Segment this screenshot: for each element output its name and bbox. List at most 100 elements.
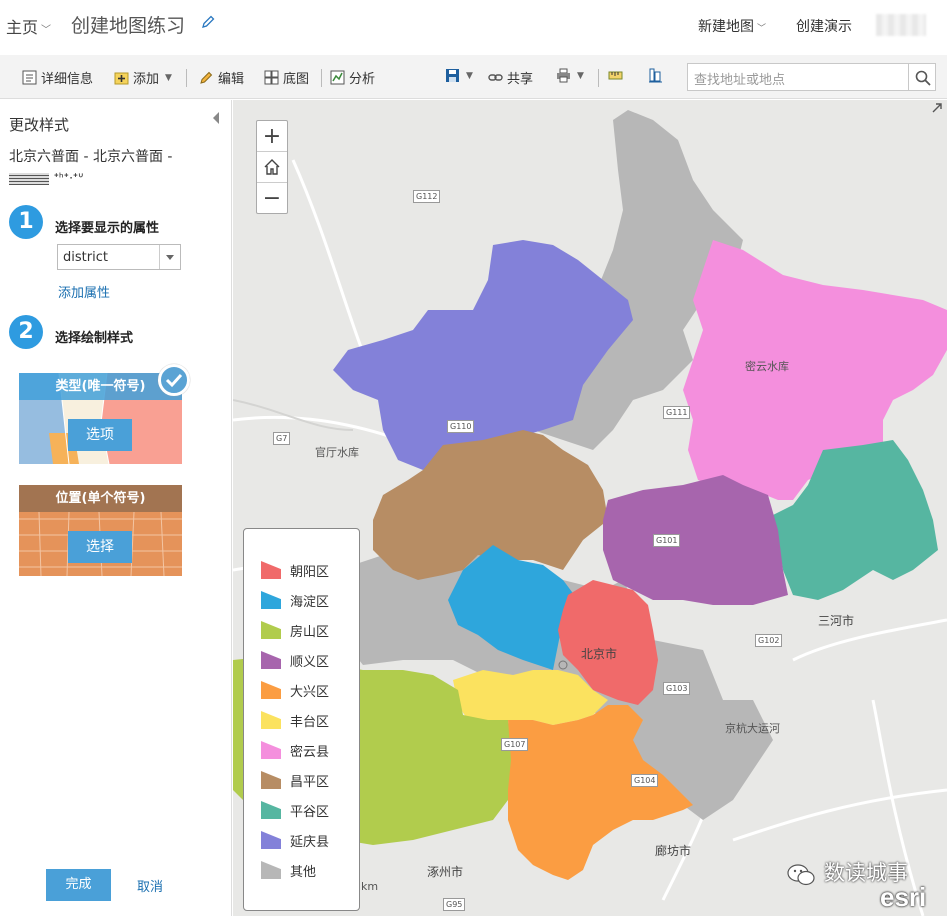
collapse-panel-icon[interactable]: [213, 112, 219, 124]
legend-label: 朝阳区: [290, 564, 330, 580]
chevron-down-icon: ﹀: [41, 25, 52, 36]
cancel-button[interactable]: 取消: [137, 876, 163, 895]
app-header: 主页 ﹀ 创建地图练习 新建地图 ﹀ 创建演示: [0, 0, 947, 52]
step-1-badge: 1: [9, 205, 43, 239]
legend-swatch: [261, 711, 281, 729]
road-shield: G102: [755, 634, 783, 647]
place-label-guanting: 官厅水库: [315, 446, 359, 459]
esri-logo: esri: [880, 882, 927, 912]
road-shield: G107: [501, 738, 529, 751]
measure-button[interactable]: [608, 68, 623, 83]
printer-icon: [557, 68, 570, 83]
search-button[interactable]: [908, 63, 936, 91]
save-menu-button[interactable]: ▼: [445, 68, 473, 83]
attribute-select[interactable]: district: [57, 244, 181, 270]
home-label: 主页: [6, 18, 39, 37]
legend-swatch: [261, 651, 281, 669]
link-icon: [488, 74, 503, 81]
save-disk-icon: [446, 69, 459, 82]
home-extent-button[interactable]: [257, 152, 287, 183]
road-shield: G110: [447, 420, 475, 433]
toolbar-divider: [186, 69, 187, 87]
garbled-text-block: [9, 173, 49, 185]
chevron-down-icon: ﹀: [757, 24, 767, 34]
legend-item: 平谷区: [244, 795, 359, 825]
scale-unit-label: km: [361, 880, 379, 893]
layer-name-text: 北京六普面 - 北京六普面 -: [9, 149, 173, 165]
ruler-icon: [608, 71, 623, 80]
district-shunyi: [603, 475, 788, 605]
style-card-unique-values[interactable]: 类型(唯一符号) 选项: [19, 373, 182, 464]
done-button[interactable]: 完成: [46, 869, 111, 901]
expand-arrow-icon[interactable]: [931, 102, 943, 114]
new-map-menu[interactable]: 新建地图 ﹀: [698, 16, 766, 36]
print-menu-button[interactable]: ▼: [556, 68, 584, 83]
bookmark-icon: [649, 68, 662, 83]
panel-title: 更改样式: [9, 116, 70, 134]
zoom-in-button[interactable]: +: [257, 121, 287, 152]
search-icon: [915, 70, 931, 86]
home-menu[interactable]: 主页 ﹀: [6, 14, 51, 38]
toolbar-divider: [598, 69, 599, 87]
legend-swatch: [261, 591, 281, 609]
selected-check-badge: [158, 364, 190, 396]
create-presentation-link[interactable]: 创建演示: [796, 16, 852, 36]
basemap-grid-icon: [264, 70, 279, 85]
chevron-down-icon: ▼: [577, 70, 584, 81]
basemap-label: 底图: [283, 72, 310, 87]
legend-label: 大兴区: [290, 684, 330, 700]
legend-label: 丰台区: [290, 714, 330, 730]
legend-label: 其他: [290, 864, 317, 880]
share-label: 共享: [507, 72, 534, 87]
add-attribute-link[interactable]: 添加属性: [58, 282, 110, 301]
road-shield: G103: [663, 682, 691, 695]
checkmark-icon: [165, 373, 183, 388]
edit-title-pencil-icon[interactable]: [200, 14, 216, 30]
map-view[interactable]: + − 官厅水库 密云水库 北京市 三河市 廊坊市 涿州市 京杭大运河 km G…: [233, 100, 947, 916]
legend-item: 昌平区: [244, 765, 359, 795]
zoom-control: + −: [256, 120, 288, 214]
legend-swatch: [261, 681, 281, 699]
select-button[interactable]: 选择: [68, 531, 132, 563]
zoom-out-button[interactable]: −: [257, 183, 287, 214]
details-icon: [22, 70, 37, 85]
search-input[interactable]: 查找地址或地点: [687, 63, 909, 91]
add-label: 添加: [133, 72, 160, 87]
style-card-single-symbol[interactable]: 位置(单个符号) 选择: [19, 485, 182, 576]
analysis-icon: [330, 70, 345, 85]
legend-label: 海淀区: [290, 594, 330, 610]
edit-button[interactable]: 编辑: [199, 68, 244, 87]
map-title: 创建地图练习: [71, 15, 186, 37]
legend-item: 房山区: [244, 615, 359, 645]
options-button[interactable]: 选项: [68, 419, 132, 451]
layer-name-suffix: ᐩᑋᐩᐧᐩᐡ: [53, 171, 84, 187]
toolbar-divider: [321, 69, 322, 87]
details-label: 详细信息: [41, 72, 94, 87]
chevron-down-icon: ▼: [165, 72, 172, 83]
place-label-beijing: 北京市: [581, 647, 618, 661]
analysis-button[interactable]: 分析: [330, 68, 375, 87]
user-avatar-blurred[interactable]: [876, 14, 926, 36]
legend-swatch: [261, 561, 281, 579]
legend-label: 房山区: [290, 624, 330, 640]
details-button[interactable]: 详细信息: [22, 68, 93, 87]
chevron-down-icon[interactable]: [159, 245, 180, 269]
road-shield: G104: [631, 774, 659, 787]
style-card-title: 位置(单个符号): [19, 485, 182, 512]
change-style-panel: 更改样式 北京六普面 - 北京六普面 - ᐩᑋᐩᐧᐩᐡ 1 选择要显示的属性 d…: [0, 100, 232, 916]
legend-label: 密云县: [290, 744, 330, 760]
road-shield: G101: [653, 534, 681, 547]
legend-item: 密云县: [244, 735, 359, 765]
share-button[interactable]: 共享: [488, 68, 533, 87]
legend-item: 顺义区: [244, 645, 359, 675]
edit-label: 编辑: [218, 72, 245, 87]
basemap-button[interactable]: 底图: [264, 68, 309, 87]
step-2-badge: 2: [9, 315, 43, 349]
map-toolbar: 详细信息 添加 ▼ 编辑 底图 分析 ▼ 共享 ▼ 查找地址或地点: [0, 55, 947, 99]
bookmarks-button[interactable]: [648, 68, 663, 83]
place-label-sanhe: 三河市: [818, 614, 855, 628]
pencil-icon: [200, 71, 213, 84]
add-button[interactable]: 添加 ▼: [114, 68, 172, 87]
map-legend: 朝阳区 海淀区 房山区 顺义区 大兴区 丰台区 密云县 昌平区 平谷区 延庆县 其他: [243, 528, 360, 911]
legend-item: 海淀区: [244, 585, 359, 615]
